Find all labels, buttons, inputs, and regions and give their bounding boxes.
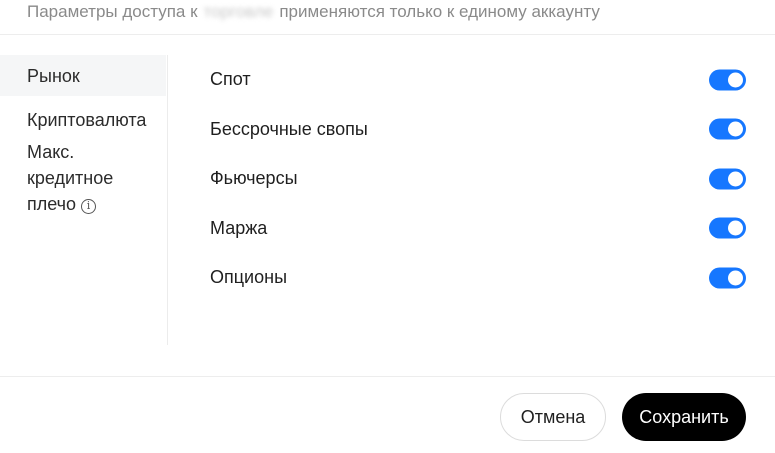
sidebar-item-label: Рынок	[27, 65, 80, 86]
access-note: Параметры доступа к торговле применяются…	[27, 0, 600, 24]
sidebar-item-label: Макс. кредитное плечо	[27, 142, 114, 214]
access-note-start: Параметры доступа к	[27, 2, 198, 21]
toggle-knob	[728, 171, 743, 187]
save-button[interactable]: Сохранить	[622, 393, 746, 441]
info-icon[interactable]: i	[81, 198, 97, 214]
trading-access-dialog: Параметры доступа к торговле применяются…	[0, 0, 775, 453]
perpetual-swaps-toggle[interactable]	[709, 118, 746, 140]
spot-toggle[interactable]	[709, 69, 746, 91]
top-divider	[0, 34, 775, 35]
option-row-futures: Фьючерсы	[210, 154, 750, 204]
sidebar-item-max-leverage[interactable]: Макс. кредитное плечо i	[0, 139, 130, 217]
margin-toggle[interactable]	[709, 217, 746, 239]
bottom-divider	[0, 376, 775, 377]
option-row-margin: Маржа	[210, 204, 750, 254]
option-label: Спот	[210, 69, 251, 90]
option-label: Фьючерсы	[210, 168, 298, 189]
futures-toggle[interactable]	[709, 168, 746, 190]
option-label: Маржа	[210, 217, 268, 238]
toggle-knob	[728, 121, 743, 137]
toggle-knob	[728, 72, 743, 88]
options-toggle[interactable]	[709, 267, 746, 289]
sidebar-item-label: Криптовалюта	[27, 110, 147, 130]
toggle-knob	[728, 270, 743, 286]
cancel-button[interactable]: Отмена	[500, 393, 606, 441]
option-row-perpetual-swaps: Бессрочные свопы	[210, 105, 750, 155]
option-row-spot: Спот	[210, 55, 750, 105]
access-note-blurred: торговле	[203, 2, 274, 21]
option-label: Бессрочные свопы	[210, 118, 368, 139]
toggle-knob	[728, 220, 743, 236]
access-note-end: применяются только к единому аккаунту	[279, 2, 600, 21]
sidebar-item-crypto[interactable]: Криптовалюта	[0, 107, 166, 133]
market-options: Спот Бессрочные свопы Фьючерсы Маржа Опц…	[210, 55, 750, 303]
settings-sidebar: Рынок Криптовалюта Макс. кредитное плечо…	[0, 55, 168, 345]
option-label: Опционы	[210, 267, 288, 288]
option-row-options: Опционы	[210, 253, 750, 303]
sidebar-item-market[interactable]: Рынок	[0, 55, 166, 96]
